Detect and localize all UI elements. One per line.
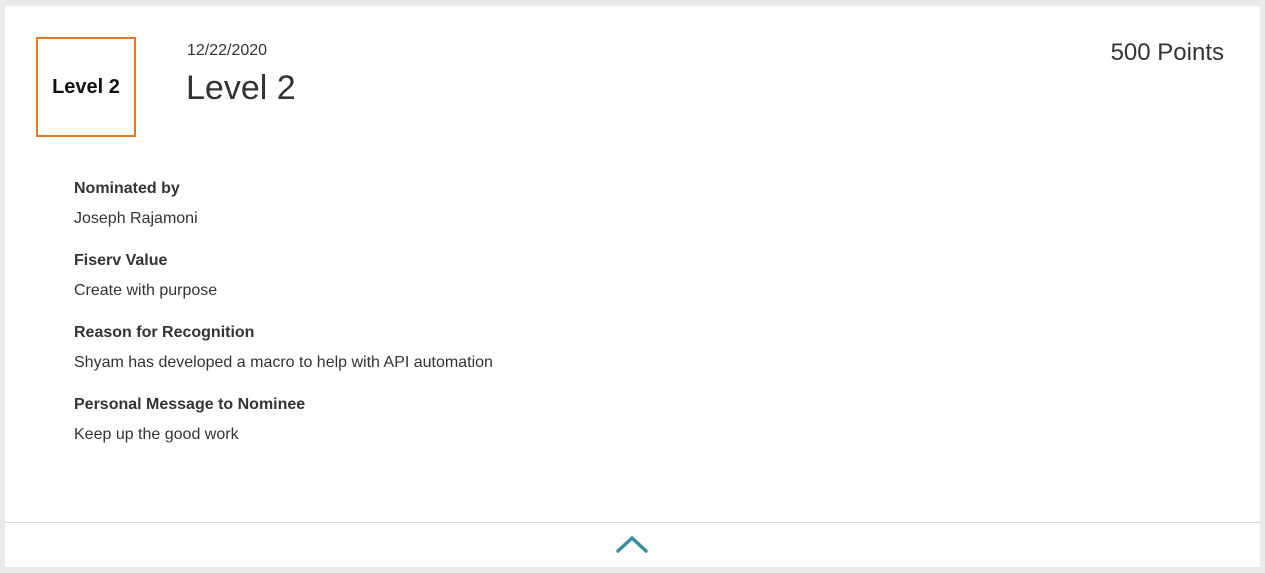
level-badge-label: Level 2	[52, 75, 120, 98]
recognition-card: Level 2 12/22/2020 Level 2 500 Points No…	[5, 6, 1260, 567]
detail-label: Personal Message to Nominee	[74, 396, 306, 413]
detail-value: Shyam has developed a macro to help with…	[74, 354, 493, 371]
detail-value: Joseph Rajamoni	[74, 210, 198, 227]
points-value: 500 Points	[1110, 39, 1224, 66]
footer-divider	[5, 522, 1260, 523]
detail-label: Reason for Recognition	[74, 324, 255, 341]
detail-label: Fiserv Value	[74, 252, 168, 269]
detail-reason: Reason for Recognition Shyam has develop…	[74, 322, 493, 374]
detail-value: Create with purpose	[74, 282, 218, 299]
award-date: 12/22/2020	[187, 42, 268, 59]
award-title: Level 2	[186, 69, 296, 107]
level-badge: Level 2	[36, 37, 136, 137]
detail-nominated-by: Nominated by Joseph Rajamoni	[74, 178, 493, 230]
detail-personal-message: Personal Message to Nominee Keep up the …	[74, 394, 493, 446]
detail-value: Keep up the good work	[74, 426, 239, 443]
detail-fiserv-value: Fiserv Value Create with purpose	[74, 250, 493, 302]
collapse-button[interactable]	[613, 532, 651, 556]
details-section: Nominated by Joseph Rajamoni Fiserv Valu…	[74, 178, 493, 466]
chevron-up-icon	[616, 536, 648, 553]
detail-label: Nominated by	[74, 180, 180, 197]
